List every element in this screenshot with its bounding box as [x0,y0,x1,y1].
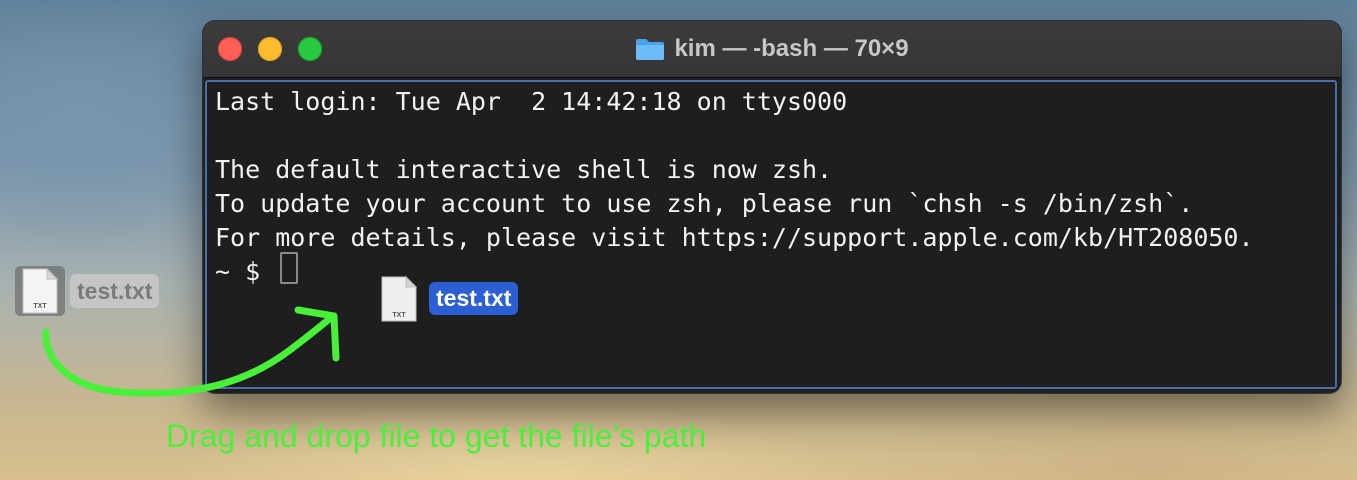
instruction-caption: Drag and drop file to get the file’s pat… [166,418,707,454]
drag-arrow-icon [42,306,340,397]
